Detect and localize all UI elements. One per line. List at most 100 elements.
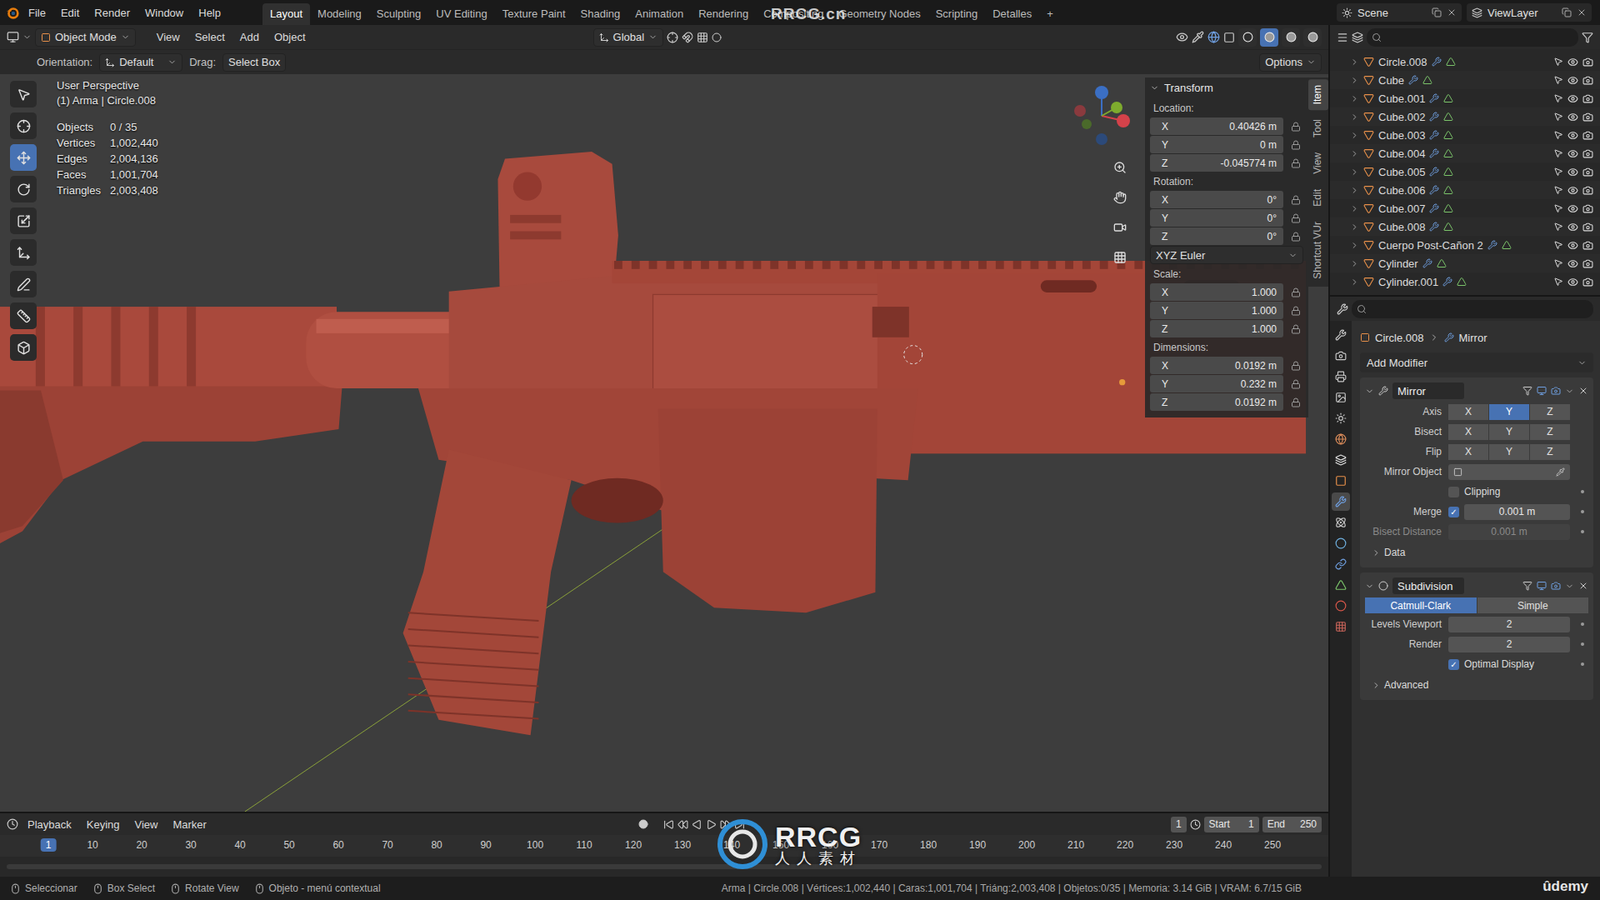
- render-levels-field[interactable]: 2: [1448, 636, 1570, 653]
- camera-button[interactable]: [1108, 215, 1132, 240]
- lock-button[interactable]: [1288, 158, 1304, 169]
- workspace-tab[interactable]: Geometry Nodes: [830, 3, 928, 25]
- properties-tab[interactable]: [1331, 450, 1350, 470]
- method-button[interactable]: Simple: [1477, 597, 1590, 614]
- overlay-tools[interactable]: [1175, 30, 1235, 44]
- current-frame-field[interactable]: 1: [1170, 816, 1187, 833]
- lock-button[interactable]: [1288, 379, 1304, 390]
- sidebar-tab[interactable]: Shortcut VUr: [1308, 215, 1329, 285]
- shading-button[interactable]: [1303, 28, 1322, 47]
- axis-button[interactable]: Y: [1489, 444, 1530, 460]
- orientation-default-dropdown[interactable]: Default: [99, 53, 183, 72]
- outliner-row[interactable]: Cuerpo Post-Cañon 2: [1330, 235, 1600, 255]
- clipping-checkbox[interactable]: Clipping: [1448, 485, 1570, 498]
- add-workspace-button[interactable]: +: [1039, 3, 1061, 25]
- workspace-tab[interactable]: Animation: [627, 3, 691, 25]
- location-field[interactable]: Z-0.045774 m: [1150, 154, 1284, 172]
- levels-viewport-field[interactable]: 2: [1448, 616, 1570, 633]
- data-subpanel[interactable]: Data: [1365, 542, 1589, 563]
- outliner-search[interactable]: [1366, 28, 1579, 47]
- outliner-row[interactable]: Cube.008: [1330, 217, 1600, 236]
- properties-tab[interactable]: [1331, 367, 1350, 386]
- modifier-name[interactable]: Mirror: [1392, 382, 1465, 400]
- timeline-menu[interactable]: View: [129, 815, 165, 834]
- lock-button[interactable]: [1288, 324, 1304, 335]
- ortho-button[interactable]: [1108, 245, 1132, 270]
- lock-button[interactable]: [1288, 305, 1304, 316]
- axis-button[interactable]: Y: [1489, 404, 1530, 420]
- pan-button[interactable]: [1108, 185, 1132, 210]
- frame-ruler[interactable]: 1102030405060708090100110120130140150160…: [0, 835, 1329, 857]
- properties-tab[interactable]: [1331, 430, 1350, 449]
- mirror-object-field[interactable]: [1448, 464, 1570, 480]
- workspace-tab[interactable]: Rendering: [690, 3, 756, 25]
- outliner-row[interactable]: Cube.005: [1330, 162, 1600, 181]
- merge-field[interactable]: 0.001 m: [1464, 504, 1570, 520]
- rotation-mode-dropdown[interactable]: XYZ Euler: [1150, 245, 1304, 265]
- mode-dropdown[interactable]: Object Mode: [35, 28, 136, 47]
- playback-controls[interactable]: [638, 819, 745, 830]
- workspace-tab[interactable]: Shading: [573, 3, 629, 25]
- modifier-header[interactable]: Subdivision: [1365, 575, 1589, 596]
- workspace-tab[interactable]: Scripting: [928, 3, 986, 25]
- lock-button[interactable]: [1288, 231, 1304, 242]
- dimensions-field[interactable]: X0.0192 m: [1150, 356, 1284, 375]
- drag-dropdown[interactable]: Select Box: [222, 53, 286, 72]
- menu-item[interactable]: Edit: [54, 4, 86, 22]
- tool-button[interactable]: [10, 270, 37, 298]
- rotation-field[interactable]: X0°: [1150, 190, 1284, 209]
- properties-tab[interactable]: [1331, 492, 1350, 511]
- lock-button[interactable]: [1288, 195, 1304, 205]
- outliner-row[interactable]: Cube.002: [1330, 107, 1600, 126]
- sidebar-tab[interactable]: Tool: [1308, 113, 1329, 144]
- menu-item[interactable]: Window: [138, 4, 190, 22]
- outliner-row[interactable]: Circle.008: [1330, 52, 1600, 71]
- shading-button[interactable]: [1260, 28, 1279, 47]
- viewport-menu[interactable]: Select: [189, 28, 231, 46]
- tool-button[interactable]: [10, 144, 37, 171]
- properties-tab[interactable]: [1331, 409, 1350, 428]
- dimensions-field[interactable]: Y0.232 m: [1150, 375, 1284, 393]
- lock-button[interactable]: [1288, 360, 1304, 371]
- tool-button[interactable]: [10, 207, 37, 235]
- properties-tab[interactable]: [1331, 534, 1350, 553]
- tool-button[interactable]: [10, 112, 37, 140]
- start-frame-field[interactable]: Start1: [1204, 816, 1260, 833]
- sidebar-tab[interactable]: View: [1308, 146, 1329, 180]
- outliner-row[interactable]: Cylinder.001: [1330, 272, 1600, 291]
- scrollbar[interactable]: [6, 864, 1322, 870]
- rotation-field[interactable]: Z0°: [1150, 227, 1284, 245]
- scale-field[interactable]: Y1.000: [1150, 301, 1284, 320]
- outliner-row[interactable]: Cube.006: [1330, 180, 1600, 200]
- outliner-row[interactable]: Cube.004: [1330, 144, 1600, 163]
- location-field[interactable]: X0.40426 m: [1150, 117, 1284, 135]
- menu-item[interactable]: Help: [191, 4, 228, 22]
- dimensions-field[interactable]: Z0.0192 m: [1150, 393, 1284, 411]
- axis-button[interactable]: X: [1448, 424, 1489, 440]
- outliner-row[interactable]: Cylinder: [1330, 254, 1600, 273]
- viewport-menu[interactable]: Add: [234, 28, 265, 46]
- viewport-canvas[interactable]: User Perspective(1) Arma | Circle.008Obj…: [0, 74, 1329, 812]
- sidebar-tab[interactable]: Edit: [1308, 183, 1329, 213]
- axis-button[interactable]: Z: [1530, 404, 1570, 420]
- workspace-tab[interactable]: Sculpting: [369, 3, 429, 25]
- outliner-row[interactable]: Cube.007: [1330, 199, 1600, 218]
- outliner-row[interactable]: Cube.001: [1330, 89, 1600, 108]
- lock-button[interactable]: [1288, 397, 1304, 408]
- scale-field[interactable]: X1.000: [1150, 283, 1284, 301]
- lock-button[interactable]: [1288, 213, 1304, 224]
- merge-checkbox[interactable]: ✓: [1448, 506, 1460, 518]
- rotation-field[interactable]: Y0°: [1150, 209, 1284, 227]
- axis-button[interactable]: Z: [1530, 444, 1570, 460]
- workspace-tab[interactable]: Texture Paint: [495, 3, 574, 25]
- properties-tab[interactable]: [1331, 471, 1350, 490]
- timeline-menu[interactable]: Keying: [80, 815, 126, 834]
- location-field[interactable]: Y0 m: [1150, 135, 1284, 154]
- workspace-tab[interactable]: Detalles: [985, 3, 1040, 25]
- workspace-tab[interactable]: Compositing: [755, 3, 831, 25]
- properties-tab[interactable]: [1331, 346, 1350, 365]
- method-button[interactable]: Catmull-Clark: [1365, 597, 1477, 614]
- lock-button[interactable]: [1288, 121, 1304, 132]
- bisect-distance-field[interactable]: 0.001 m: [1448, 524, 1570, 540]
- scene-selector[interactable]: Scene: [1336, 3, 1462, 22]
